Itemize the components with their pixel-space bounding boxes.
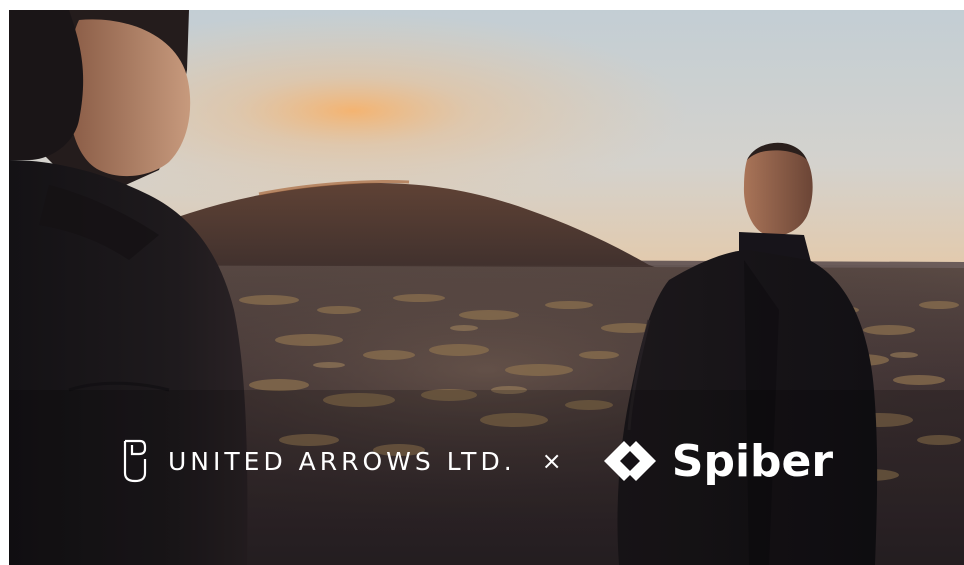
spiber-wordmark: Spiber — [671, 435, 834, 487]
collab-separator: × — [541, 447, 562, 475]
spiber-icon — [603, 441, 656, 481]
united-arrows-wordmark: UNITED ARROWS LTD. — [168, 446, 516, 476]
united-arrows-icon — [123, 439, 147, 483]
collaboration-banner: UNITED ARROWS LTD. × Spiber — [122, 431, 842, 491]
